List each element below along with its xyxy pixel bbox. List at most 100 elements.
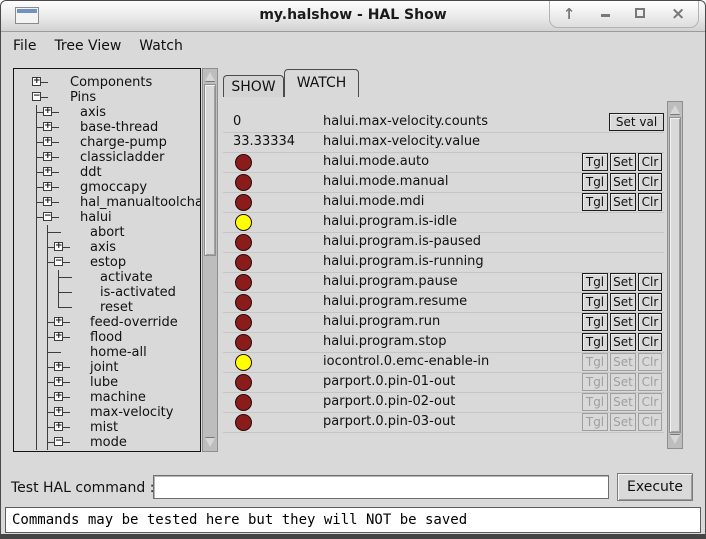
expand-icon[interactable]: + <box>43 122 52 131</box>
expand-icon[interactable]: + <box>32 77 41 86</box>
title-bar[interactable]: my.halshow - HAL Show ↑ × <box>1 1 705 32</box>
set-button[interactable]: Set <box>610 193 636 211</box>
shade-icon[interactable]: ↑ <box>563 7 576 21</box>
tree-node-base-thread[interactable]: + base-thread <box>14 120 200 135</box>
set-button[interactable]: Set <box>610 273 636 291</box>
tree-node-label[interactable]: estop <box>90 255 126 270</box>
set-val-button[interactable]: Set val <box>609 113 664 131</box>
tree-node-label[interactable]: mode <box>90 435 127 450</box>
expand-icon[interactable]: + <box>43 167 52 176</box>
hal-command-input[interactable] <box>153 475 609 499</box>
tree-node-abort[interactable]: abort <box>14 225 200 240</box>
menu-file[interactable]: File <box>13 38 36 54</box>
tree-node-gmoccapy[interactable]: + gmoccapy <box>14 180 200 195</box>
tree-node-ddt[interactable]: +ddt <box>14 165 200 180</box>
tree-node-label[interactable]: feed-override <box>90 315 178 330</box>
clr-button[interactable]: Clr <box>638 193 662 211</box>
tree-node-mode[interactable]: − mode <box>14 435 200 450</box>
menu-tree-view[interactable]: Tree View <box>54 38 121 54</box>
scroll-down-icon[interactable] <box>203 436 217 450</box>
expand-icon[interactable]: + <box>43 107 52 116</box>
watch-scrollbar[interactable] <box>667 101 683 449</box>
tree-node-home-all[interactable]: home-all <box>14 345 200 360</box>
expand-icon[interactable]: + <box>43 152 52 161</box>
collapse-icon[interactable]: − <box>54 257 63 266</box>
tree-node-activate[interactable]: activate <box>14 270 200 285</box>
tgl-button[interactable]: Tgl <box>582 273 608 291</box>
tree-node-joint[interactable]: + joint <box>14 360 200 375</box>
expand-icon[interactable]: + <box>43 197 52 206</box>
tree-node-label[interactable]: activate <box>100 270 153 285</box>
tgl-button[interactable]: Tgl <box>582 193 608 211</box>
tree-node-halui[interactable]: −halui <box>14 210 200 225</box>
tree-node-label[interactable]: Components <box>70 75 152 90</box>
tgl-button[interactable]: Tgl <box>582 293 608 311</box>
tree-node-machine[interactable]: + machine <box>14 390 200 405</box>
tab-watch[interactable]: WATCH <box>284 69 359 97</box>
tree-node-hal_manualtoolchan[interactable]: + hal_manualtoolchan <box>14 195 200 210</box>
tree-node-Pins[interactable]: − Pins <box>14 90 200 105</box>
set-button[interactable]: Set <box>610 293 636 311</box>
expand-icon[interactable]: + <box>54 392 63 401</box>
tree-node-max-velocity[interactable]: +max-velocity <box>14 405 200 420</box>
tree-node-label[interactable]: home-all <box>90 345 147 360</box>
expand-icon[interactable]: + <box>54 422 63 431</box>
tree-node-label[interactable]: abort <box>90 225 125 240</box>
tree-node-label[interactable]: reset <box>100 300 133 315</box>
tree-node-Components[interactable]: + Components <box>14 75 200 90</box>
set-button[interactable]: Set <box>610 173 636 191</box>
set-button[interactable]: Set <box>610 153 636 171</box>
expand-icon[interactable]: + <box>54 407 63 416</box>
expand-icon[interactable]: + <box>54 332 63 341</box>
scroll-down-icon[interactable] <box>668 433 682 447</box>
tree-node-is-activated[interactable]: is-activated <box>14 285 200 300</box>
tree-node-estop[interactable]: − estop <box>14 255 200 270</box>
tree-node-label[interactable]: joint <box>90 360 119 375</box>
execute-button[interactable]: Execute <box>617 473 693 501</box>
tree-node-flood[interactable]: + flood <box>14 330 200 345</box>
tree-node-label[interactable]: Pins <box>70 90 96 105</box>
tree-node-label[interactable]: charge-pump <box>80 135 167 150</box>
tree-node-label[interactable]: mist <box>90 420 118 435</box>
watch-scrollbar-thumb[interactable] <box>669 117 681 433</box>
expand-icon[interactable]: + <box>54 362 63 371</box>
tree-node-feed-override[interactable]: + feed-override <box>14 315 200 330</box>
tree-node-classicladder[interactable]: + classicladder <box>14 150 200 165</box>
close-icon[interactable]: × <box>671 7 685 21</box>
tree-node-label[interactable]: axis <box>90 240 116 255</box>
clr-button[interactable]: Clr <box>638 333 662 351</box>
scroll-up-icon[interactable] <box>203 70 217 84</box>
scroll-up-icon[interactable] <box>668 103 682 117</box>
collapse-icon[interactable]: − <box>54 437 63 446</box>
clr-button[interactable]: Clr <box>638 173 662 191</box>
tree-node-label[interactable]: base-thread <box>80 120 158 135</box>
collapse-icon[interactable]: − <box>32 92 41 101</box>
tree-node-label[interactable]: halui <box>80 210 112 225</box>
tree-node-lube[interactable]: +lube <box>14 375 200 390</box>
tree-node-reset[interactable]: reset <box>14 300 200 315</box>
tree-node-label[interactable]: classicladder <box>80 150 164 165</box>
tree-node-label[interactable]: axis <box>80 105 106 120</box>
tgl-button[interactable]: Tgl <box>582 173 608 191</box>
tab-show[interactable]: SHOW <box>223 75 284 97</box>
tree-node-axis[interactable]: +axis <box>14 240 200 255</box>
tree-node-label[interactable]: flood <box>90 330 122 345</box>
tree-node-label[interactable]: gmoccapy <box>80 180 147 195</box>
clr-button[interactable]: Clr <box>638 153 662 171</box>
tree-node-label[interactable]: lube <box>90 375 118 390</box>
tree-node-label[interactable]: machine <box>90 390 146 405</box>
clr-button[interactable]: Clr <box>638 293 662 311</box>
tree-node-charge-pump[interactable]: +charge-pump <box>14 135 200 150</box>
tgl-button[interactable]: Tgl <box>582 333 608 351</box>
tree-node-axis[interactable]: + axis <box>14 105 200 120</box>
expand-icon[interactable]: + <box>54 317 63 326</box>
set-button[interactable]: Set <box>610 333 636 351</box>
tree-node-mist[interactable]: + mist <box>14 420 200 435</box>
tree-node-label[interactable]: hal_manualtoolchan <box>80 195 201 210</box>
menu-watch[interactable]: Watch <box>139 38 183 54</box>
expand-icon[interactable]: + <box>43 182 52 191</box>
tgl-button[interactable]: Tgl <box>582 313 608 331</box>
set-button[interactable]: Set <box>610 313 636 331</box>
minimize-icon[interactable] <box>601 7 610 21</box>
tree-scrollbar[interactable] <box>202 68 218 452</box>
